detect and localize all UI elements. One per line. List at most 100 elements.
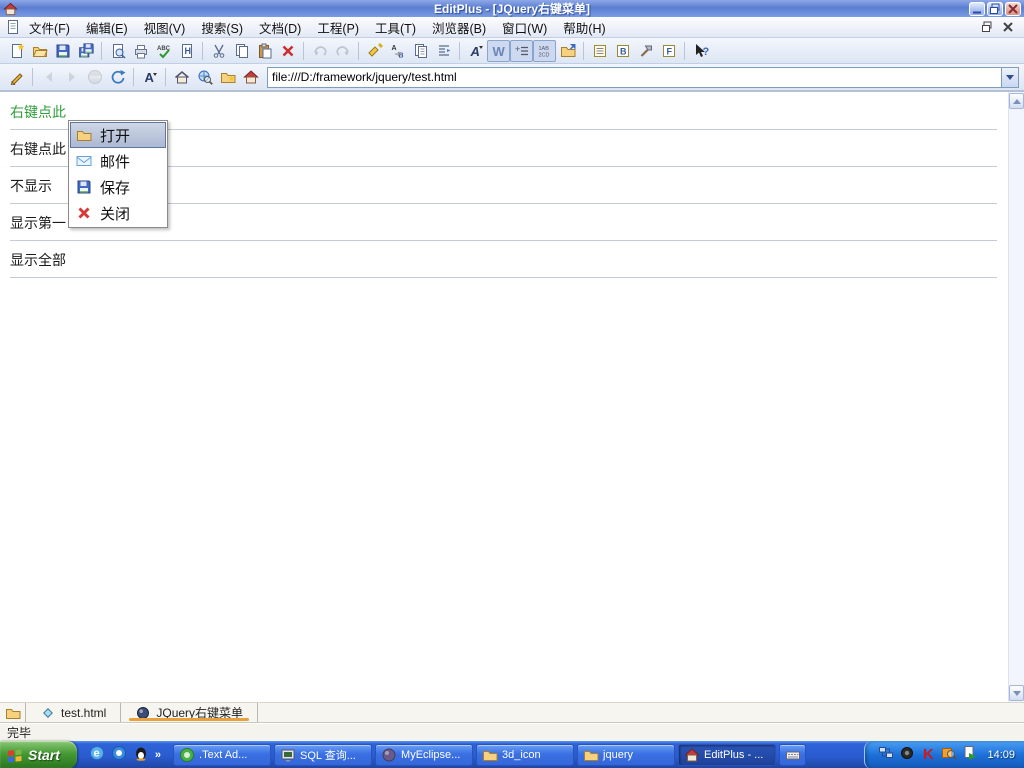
address-input[interactable]: [268, 70, 1001, 84]
spell-check-button[interactable]: ABC: [152, 40, 175, 62]
refresh-button[interactable]: [106, 66, 129, 88]
window-close-button[interactable]: [1005, 1, 1021, 16]
function-list-button[interactable]: F: [657, 40, 680, 62]
tag-list-button[interactable]: B: [611, 40, 634, 62]
vertical-scrollbar[interactable]: [1008, 92, 1024, 702]
task-button-2[interactable]: MyEclipse...: [375, 744, 474, 766]
context-menu-item[interactable]: 打开: [70, 122, 166, 148]
tools-hammer-button[interactable]: [634, 40, 657, 62]
tray-media[interactable]: [962, 745, 978, 766]
quick-launch-overflow[interactable]: »: [155, 749, 161, 761]
menu-item-4[interactable]: 文档(D): [251, 16, 309, 39]
task-button-6[interactable]: [779, 744, 807, 766]
redo-icon: [335, 43, 351, 59]
toolbar-separator: [202, 41, 203, 60]
address-dropdown-button[interactable]: [1001, 67, 1018, 87]
document-list-button[interactable]: [0, 703, 26, 722]
print-button[interactable]: [129, 40, 152, 62]
menu-item-6[interactable]: 工具(T): [367, 16, 424, 39]
task-label: 3d_icon: [502, 749, 541, 761]
replace-button[interactable]: AB: [386, 40, 409, 62]
back-button[interactable]: [37, 66, 60, 88]
doc-list-icon: [592, 43, 608, 59]
line-numbers-button[interactable]: +: [510, 39, 533, 62]
menu-item-3[interactable]: 搜索(S): [193, 16, 251, 39]
child-minimize-button[interactable]: [957, 20, 974, 35]
tray-network[interactable]: [878, 745, 894, 766]
quick-launch-messenger[interactable]: [111, 745, 127, 766]
home-button[interactable]: [170, 66, 193, 88]
quick-launch-ie[interactable]: e: [89, 745, 105, 766]
child-restore-button[interactable]: [978, 20, 995, 35]
cut-button[interactable]: [207, 40, 230, 62]
tray-speaker[interactable]: [899, 745, 915, 766]
favorites-button[interactable]: [216, 66, 239, 88]
svg-text:W: W: [492, 44, 505, 59]
tray-search-tray[interactable]: [941, 745, 958, 766]
save-all-button[interactable]: [74, 40, 97, 62]
document-tab-1[interactable]: JQuery右键菜单: [121, 703, 259, 722]
print-preview-button[interactable]: [106, 40, 129, 62]
html-doc-button[interactable]: H: [175, 40, 198, 62]
text-size-button[interactable]: A: [138, 66, 161, 88]
doc-list-button[interactable]: [588, 40, 611, 62]
tray-kaspersky[interactable]: K: [920, 745, 936, 766]
menu-item-7[interactable]: 浏览器(B): [424, 16, 494, 39]
document-tab-0[interactable]: test.html: [26, 703, 122, 722]
window-minimize-button[interactable]: [969, 1, 985, 16]
home-icon: [174, 69, 190, 85]
content-text-4[interactable]: 显示全部: [10, 250, 1024, 271]
new-file-button[interactable]: [5, 40, 28, 62]
main-toolbar: ABC H A B A W +1AB 2CD B F?: [0, 38, 1024, 64]
save-button[interactable]: [51, 40, 74, 62]
folder-icon: [482, 747, 498, 763]
context-menu-item[interactable]: 邮件: [70, 148, 166, 174]
context-menu-item[interactable]: 关闭: [70, 200, 166, 226]
undo-button[interactable]: [308, 40, 331, 62]
find-button[interactable]: [363, 40, 386, 62]
task-button-4[interactable]: jquery: [577, 744, 676, 766]
delete-button[interactable]: [276, 40, 299, 62]
quick-launch-qq[interactable]: [133, 745, 149, 766]
menu-item-2[interactable]: 视图(V): [136, 16, 194, 39]
task-button-0[interactable]: .Text Ad...: [173, 744, 272, 766]
start-button[interactable]: Start: [0, 741, 77, 768]
content-divider: [10, 240, 997, 241]
speaker-icon: [899, 745, 915, 761]
new-file-icon: [9, 43, 25, 59]
ruler-button[interactable]: 1AB 2CD: [533, 39, 556, 62]
redo-button[interactable]: [331, 40, 354, 62]
task-button-1[interactable]: SQL 查询...: [274, 744, 373, 766]
menu-item-1[interactable]: 编辑(E): [78, 16, 136, 39]
menu-item-5[interactable]: 工程(P): [309, 16, 367, 39]
task-button-3[interactable]: 3d_icon: [476, 744, 575, 766]
window-restore-button[interactable]: [987, 1, 1003, 17]
child-close-button[interactable]: [999, 20, 1016, 35]
copy-button[interactable]: [230, 40, 253, 62]
copy-block-button[interactable]: [409, 40, 432, 62]
stop-button[interactable]: STOP: [83, 66, 106, 88]
content-divider: [10, 277, 997, 278]
word-wrap-button[interactable]: W: [487, 39, 510, 62]
folder-icon: [76, 127, 92, 143]
context-help-button[interactable]: ?: [689, 40, 712, 62]
context-menu-item[interactable]: 保存: [70, 174, 166, 200]
font-button[interactable]: A: [464, 40, 487, 62]
spell-check-icon: ABC: [156, 43, 172, 59]
task-button-5[interactable]: EditPlus - ...: [678, 744, 777, 766]
menu-item-9[interactable]: 帮助(H): [555, 16, 613, 39]
scroll-up-button[interactable]: [1009, 93, 1024, 109]
open-folder-button[interactable]: [28, 40, 51, 62]
open-html-button[interactable]: [556, 40, 579, 62]
forward-button[interactable]: [60, 66, 83, 88]
restore-icon: [987, 1, 1003, 17]
browser-app-button[interactable]: [239, 66, 262, 88]
scroll-down-button[interactable]: [1009, 685, 1024, 701]
active-tab-underline: [129, 718, 250, 721]
menu-item-0[interactable]: 文件(F): [21, 16, 78, 39]
search-globe-button[interactable]: [193, 66, 216, 88]
menu-item-8[interactable]: 窗口(W): [494, 16, 555, 39]
edit-pencil-button[interactable]: [5, 66, 28, 88]
indent-button[interactable]: [432, 40, 455, 62]
paste-button[interactable]: [253, 40, 276, 62]
